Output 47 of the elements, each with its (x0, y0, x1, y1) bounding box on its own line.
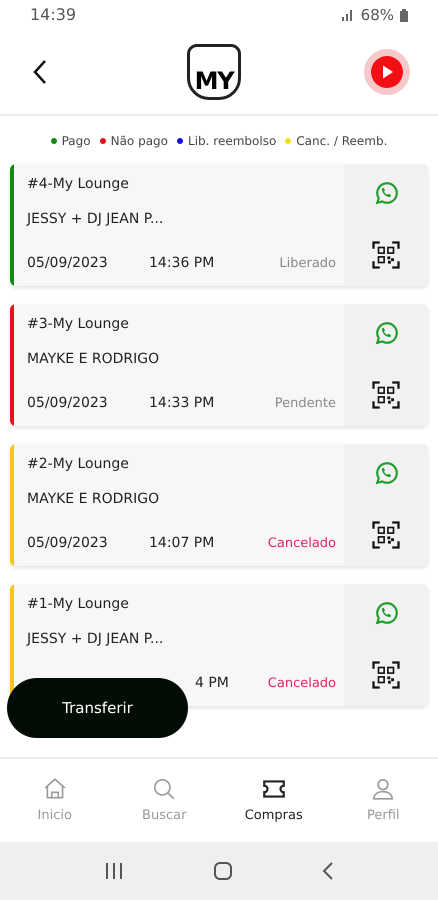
play-icon (371, 56, 403, 88)
status-label: Liberado (279, 254, 336, 273)
qr-code-icon[interactable] (371, 660, 401, 690)
status-label: Cancelado (268, 674, 336, 693)
purchase-date: 05/09/2023 (27, 254, 109, 273)
qr-code-icon[interactable] (371, 520, 401, 550)
legend-label: Pago (62, 133, 91, 150)
back-icon (32, 59, 48, 85)
status-label: Cancelado (268, 534, 336, 553)
event-name: JESSY + DJ JEAN P... (27, 630, 164, 649)
qr-code-icon[interactable] (371, 240, 401, 270)
status-label: Pendente (274, 394, 336, 413)
purchase-card[interactable]: #3-My Lounge MAYKE E RODRIGO 05/09/2023 14:33 PM Pendente (10, 304, 428, 426)
purchase-time: 4 PM (195, 674, 229, 693)
whatsapp-icon[interactable] (373, 460, 399, 486)
venue-title: #2-My Lounge (27, 455, 130, 474)
venue-title: #1-My Lounge (27, 595, 130, 614)
back-icon[interactable] (322, 861, 334, 881)
event-name: MAYKE E RODRIGO (27, 490, 160, 509)
battery-icon (400, 8, 408, 22)
purchase-card[interactable]: #2-My Lounge MAYKE E RODRIGO 05/09/2023 14:07 PM Cancelado (10, 444, 428, 566)
purchase-date: 05/09/2023 (27, 534, 109, 553)
recent-apps-icon[interactable] (104, 862, 124, 880)
purchase-time: 14:07 PM (149, 534, 214, 553)
qr-code-icon[interactable] (371, 380, 401, 410)
clock-time: 14:39 (30, 4, 76, 26)
venue-title: #4-My Lounge (27, 175, 130, 194)
legend-label: Canc. / Reemb. (296, 133, 388, 150)
legend-label: Não pago (110, 133, 168, 150)
whatsapp-icon[interactable] (373, 180, 399, 206)
transfer-button[interactable]: Transferir (7, 678, 188, 738)
purchase-time: 14:36 PM (149, 254, 214, 273)
home-icon[interactable] (212, 861, 233, 881)
whatsapp-icon[interactable] (373, 600, 399, 626)
nav-tab[interactable]: Compras (219, 759, 328, 842)
purchase-time: 14:33 PM (149, 394, 214, 413)
video-button[interactable] (364, 49, 410, 95)
purchase-date: 05/09/2023 (27, 394, 109, 413)
event-name: MAYKE E RODRIGO (27, 350, 160, 369)
event-name: JESSY + DJ JEAN P... (27, 210, 164, 229)
whatsapp-icon[interactable] (373, 320, 399, 346)
legend-label: Lib. reembolso (188, 133, 276, 150)
purchase-card[interactable]: #4-My Lounge JESSY + DJ JEAN P... 05/09/2023 14:36 PM Liberado (10, 164, 428, 286)
logo: MY (187, 44, 241, 100)
battery-percent: 68% (360, 4, 394, 26)
signal-icon (340, 9, 355, 21)
venue-title: #3-My Lounge (27, 315, 130, 334)
